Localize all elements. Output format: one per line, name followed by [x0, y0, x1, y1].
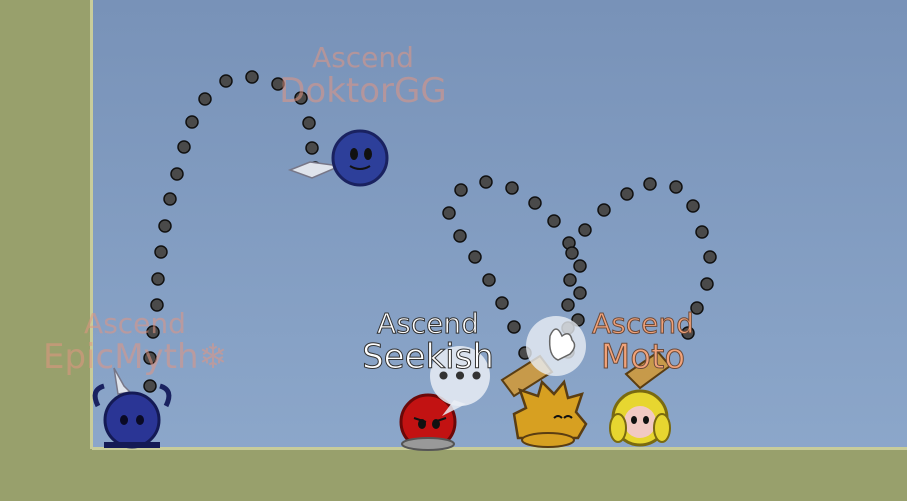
hook-chain-dot [154, 245, 168, 259]
hook-chain-dot [302, 116, 316, 130]
hook-chain-dot [158, 219, 172, 233]
hook-chain-dot [507, 320, 521, 334]
hook-chain-dot [495, 296, 509, 310]
hook-chain-dot [700, 277, 714, 291]
hook-chain-dot [597, 203, 611, 217]
hook-chain-dot [482, 273, 496, 287]
player-name: EpicMyth❄ [42, 337, 228, 377]
clan-label: Ascend [592, 307, 695, 340]
hook-chain-dot [563, 273, 577, 287]
player-name: Seekish [362, 337, 495, 377]
emote-bubble [526, 316, 586, 376]
tee-epicmyth [92, 367, 172, 449]
hook-chain-dot [565, 246, 579, 260]
hook-chain-dot [703, 250, 717, 264]
hook-chain-dot [198, 92, 212, 106]
hook-chain-dot [479, 175, 493, 189]
hook-chain-dot [185, 115, 199, 129]
hook-chain-dot [686, 199, 700, 213]
hook-chain-dot [453, 229, 467, 243]
nametag-doktorgg: Ascend DoktorGG [268, 41, 458, 111]
clan-label: Ascend [84, 307, 186, 340]
nametag-moto: Ascend Moto [580, 307, 706, 377]
hook-chain-dot [305, 141, 319, 155]
hook-chain-dot [454, 183, 468, 197]
hook-chain-dot [170, 167, 184, 181]
hook-chain-dot [578, 223, 592, 237]
hook-chain-dot [219, 74, 233, 88]
clan-label: Ascend [312, 41, 414, 74]
hook-chain-dot [177, 140, 191, 154]
hook-chain-dot [468, 250, 482, 264]
hook-chain-dot [547, 214, 561, 228]
hook-chain-dot [695, 225, 709, 239]
nametag-epicmyth: Ascend EpicMyth❄ [30, 307, 240, 377]
clan-label: Ascend [377, 307, 480, 340]
tee-seekish [399, 393, 457, 451]
hook-chain-dot [573, 259, 587, 273]
hook-chain-dot [561, 298, 575, 312]
hook-chain-dot [643, 177, 657, 191]
hook-chain-dot [163, 192, 177, 206]
player-name: DoktorGG [279, 71, 447, 111]
hook-chain-dot [151, 272, 165, 286]
hook-chain-dot [669, 180, 683, 194]
hook-chain-dot [245, 70, 259, 84]
player-name: Moto [600, 337, 686, 377]
hook-chain-dot [573, 286, 587, 300]
hook-chain-dot [528, 196, 542, 210]
hook-chain-dot [143, 379, 157, 393]
nametag-seekish: Ascend Seekish [350, 307, 506, 377]
hook-chain-dot [442, 206, 456, 220]
hook-chain-dot [620, 187, 634, 201]
tee-doktorgg [287, 129, 389, 187]
game-viewport: ••• Ascend DoktorGG Ascend EpicMyth❄ Asc… [0, 0, 907, 501]
hook-chain-dot [505, 181, 519, 195]
